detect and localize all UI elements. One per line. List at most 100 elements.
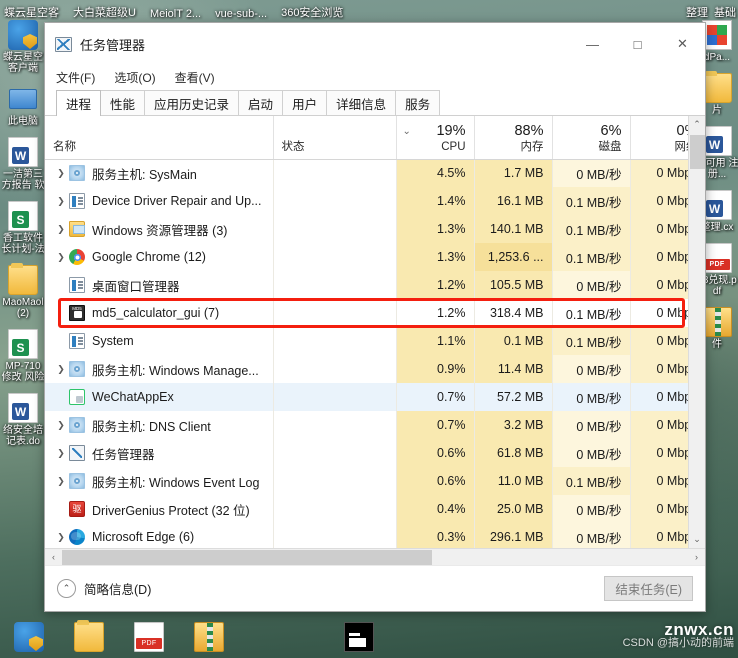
cell-memory: 318.4 MB — [474, 299, 553, 327]
expand-chevron-icon[interactable]: ❯ — [53, 532, 69, 542]
horizontal-scrollbar[interactable]: ‹ › — [45, 548, 705, 565]
cell-network: 0 Mbps — [630, 411, 688, 439]
table-row[interactable]: md5_calculator_gui (7) 1.2%318.4 MB0.1 MB… — [45, 299, 688, 327]
column-header-name[interactable]: 名称 — [45, 116, 274, 160]
end-task-button[interactable]: 结束任务(E) — [604, 576, 693, 601]
cell-memory: 0.1 MB — [474, 327, 553, 355]
desktop-icon-label[interactable]: 基础 — [714, 4, 736, 20]
tab-performance[interactable]: 性能 — [100, 90, 146, 115]
expand-chevron-icon[interactable]: ❯ — [53, 448, 69, 458]
table-row[interactable]: ❯ 任务管理器 0.6%61.8 MB0 MB/秒0 Mbps — [45, 439, 688, 467]
column-header-cpu[interactable]: ⌄ 19% CPU — [396, 116, 475, 160]
scroll-right-icon[interactable]: › — [688, 549, 705, 566]
desktop-bottom-icon-row — [0, 616, 738, 658]
table-row[interactable]: ❯ 服务主机: DNS Client 0.7%3.2 MB0 MB/秒0 Mbps — [45, 411, 688, 439]
menu-item-options[interactable]: 选项(O) — [114, 69, 155, 86]
column-header-status[interactable]: 状态 — [273, 116, 397, 160]
tab-users[interactable]: 用户 — [282, 90, 328, 115]
scroll-down-icon[interactable]: ⌄ — [689, 531, 706, 548]
table-row[interactable]: ❯ Google Chrome (12) 1.3% 1,253.6 ... 0.1 MB… — [45, 243, 688, 271]
shield-icon[interactable] — [14, 622, 44, 652]
cell-cpu: 0.9% — [396, 355, 475, 383]
table-row[interactable]: ❯ Microsoft Edge (6) 0.3% 296.1 MB 0 MB/秒 0 M… — [45, 523, 688, 548]
maximize-button[interactable]: □ — [615, 23, 660, 65]
scroll-up-icon[interactable]: ⌃ — [689, 116, 706, 133]
zip-icon[interactable] — [194, 622, 224, 652]
expand-chevron-icon[interactable]: ❯ — [53, 364, 69, 374]
expand-chevron-icon[interactable]: ❯ — [53, 168, 69, 178]
table-row[interactable]: 桌面窗口管理器 1.2%105.5 MB0 MB/秒0 Mbps — [45, 271, 688, 299]
scroll-left-icon[interactable]: ‹ — [45, 549, 62, 566]
cmd-icon[interactable] — [344, 622, 374, 652]
cell-network: 0 Mbps — [630, 243, 688, 271]
vertical-scroll-track[interactable] — [689, 133, 706, 531]
column-header-disk[interactable]: 6% 磁盘 — [552, 116, 631, 160]
cell-network: 0 Mbps — [630, 187, 688, 215]
cell-status — [273, 159, 397, 187]
horizontal-scroll-track[interactable] — [62, 549, 688, 566]
horizontal-scroll-thumb[interactable] — [62, 549, 432, 565]
table-row[interactable]: ❯ Windows 资源管理器 (3) 1.3% 140.1 MB 0.1 MB/秒 0 … — [45, 215, 688, 243]
desktop-icon-label[interactable]: 360安全浏览 — [281, 4, 343, 20]
desktop-shortcut[interactable]: 香工软件 长计划-法 — [0, 201, 46, 255]
desktop-shortcut[interactable]: MP-710 修改 风险 — [0, 329, 46, 383]
tab-services[interactable]: 服务 — [395, 90, 441, 115]
minimize-button[interactable]: — — [570, 23, 615, 65]
table-row[interactable]: ❯ 服务主机: Windows Event Log 0.6% 11.0 MB 0.1 M… — [45, 467, 688, 495]
window-titlebar[interactable]: 任务管理器 — □ ✕ — [45, 23, 705, 65]
desktop-shortcut[interactable]: 蝶云星空客户端 — [0, 20, 46, 74]
desktop-shortcut[interactable]: 一洁第三方报告 软 — [0, 137, 46, 191]
table-row[interactable]: WeChatAppEx 0.7%57.2 MB0 MB/秒0 Mbps — [45, 383, 688, 411]
expand-chevron-icon[interactable]: ❯ — [53, 224, 69, 234]
cell-network: 0 Mbps — [630, 467, 688, 495]
pdf-doc-icon[interactable] — [134, 622, 164, 652]
cell-status — [273, 467, 397, 495]
cell-process-name: ❯ Windows 资源管理器 (3) — [45, 215, 274, 243]
menu-item-view[interactable]: 查看(V) — [175, 69, 215, 86]
cell-cpu: 1.2% — [396, 299, 475, 327]
cell-cpu: 0.6% — [396, 467, 475, 495]
cell-process-name: ❯ Microsoft Edge (6) — [45, 523, 274, 548]
cell-memory: 1,253.6 ... — [474, 243, 553, 271]
cell-disk: 0 MB/秒 — [552, 271, 631, 299]
fewer-details-button[interactable]: ⌃ 简略信息(D) — [57, 579, 151, 598]
cell-cpu: 1.2% — [396, 271, 475, 299]
table-row[interactable]: DriverGenius Protect (32 位)0.4%25.0 MB0 … — [45, 495, 688, 523]
process-name-label: 服务主机: Windows Event Log — [92, 475, 260, 490]
table-row[interactable]: ❯ 服务主机: Windows Manage... 0.9% 11.4 MB 0 MB/… — [45, 355, 688, 383]
desktop-shortcut-label: MaoMaol (2) — [2, 297, 44, 319]
tab-processes[interactable]: 进程 — [56, 90, 102, 116]
cell-memory: 61.8 MB — [474, 439, 553, 467]
desktop-shortcut[interactable]: MaoMaol (2) — [0, 263, 46, 319]
vertical-scrollbar[interactable]: ⌃ ⌄ — [688, 116, 705, 548]
desktop-icon-label[interactable]: 整理 — [686, 4, 708, 20]
desktop-icon-label[interactable]: vue-sub-... — [215, 8, 267, 20]
table-row[interactable]: ❯ 服务主机: SysMain 4.5%1.7 MB0 MB/秒0 Mbps — [45, 159, 688, 187]
close-button[interactable]: ✕ — [660, 23, 705, 65]
expand-chevron-icon[interactable]: ❯ — [53, 420, 69, 430]
folder-icon[interactable] — [74, 620, 104, 652]
expand-chevron-icon[interactable]: ❯ — [53, 196, 69, 206]
process-name-label: WeChatAppEx — [92, 390, 174, 404]
expand-chevron-icon[interactable]: ❯ — [53, 476, 69, 486]
table-row[interactable]: ❯ Device Driver Repair and Up... 1.4% 16.1 … — [45, 187, 688, 215]
tab-details[interactable]: 详细信息 — [326, 90, 397, 115]
expand-chevron-icon[interactable]: ❯ — [53, 252, 69, 262]
tab-app-history[interactable]: 应用历史记录 — [144, 90, 240, 115]
service-host-icon — [69, 361, 85, 377]
column-header-network[interactable]: 0% 网络 — [630, 116, 688, 160]
wechat-icon — [69, 389, 85, 405]
cell-process-name: ❯ 服务主机: Windows Manage... — [45, 355, 274, 383]
vertical-scroll-thumb[interactable] — [689, 135, 705, 169]
column-header-memory[interactable]: 88% 内存 — [474, 116, 553, 160]
desktop-shortcut[interactable]: 络安全培 记表.do — [0, 393, 46, 447]
desktop-shortcut[interactable]: 此电脑 — [0, 84, 46, 127]
desktop-icon-label[interactable]: 大白菜超级U — [73, 4, 136, 20]
chevron-up-icon: ⌃ — [57, 579, 76, 598]
cell-disk: 0.1 MB/秒 — [552, 299, 631, 327]
menu-item-file[interactable]: 文件(F) — [56, 69, 95, 86]
desktop-icon-label[interactable]: 蝶云星空客 — [4, 4, 59, 20]
tab-startup[interactable]: 启动 — [238, 90, 284, 115]
desktop-icon-label[interactable]: MeiolT 2... — [150, 8, 201, 20]
table-row[interactable]: System 1.1%0.1 MB0.1 MB/秒0 Mbps — [45, 327, 688, 355]
